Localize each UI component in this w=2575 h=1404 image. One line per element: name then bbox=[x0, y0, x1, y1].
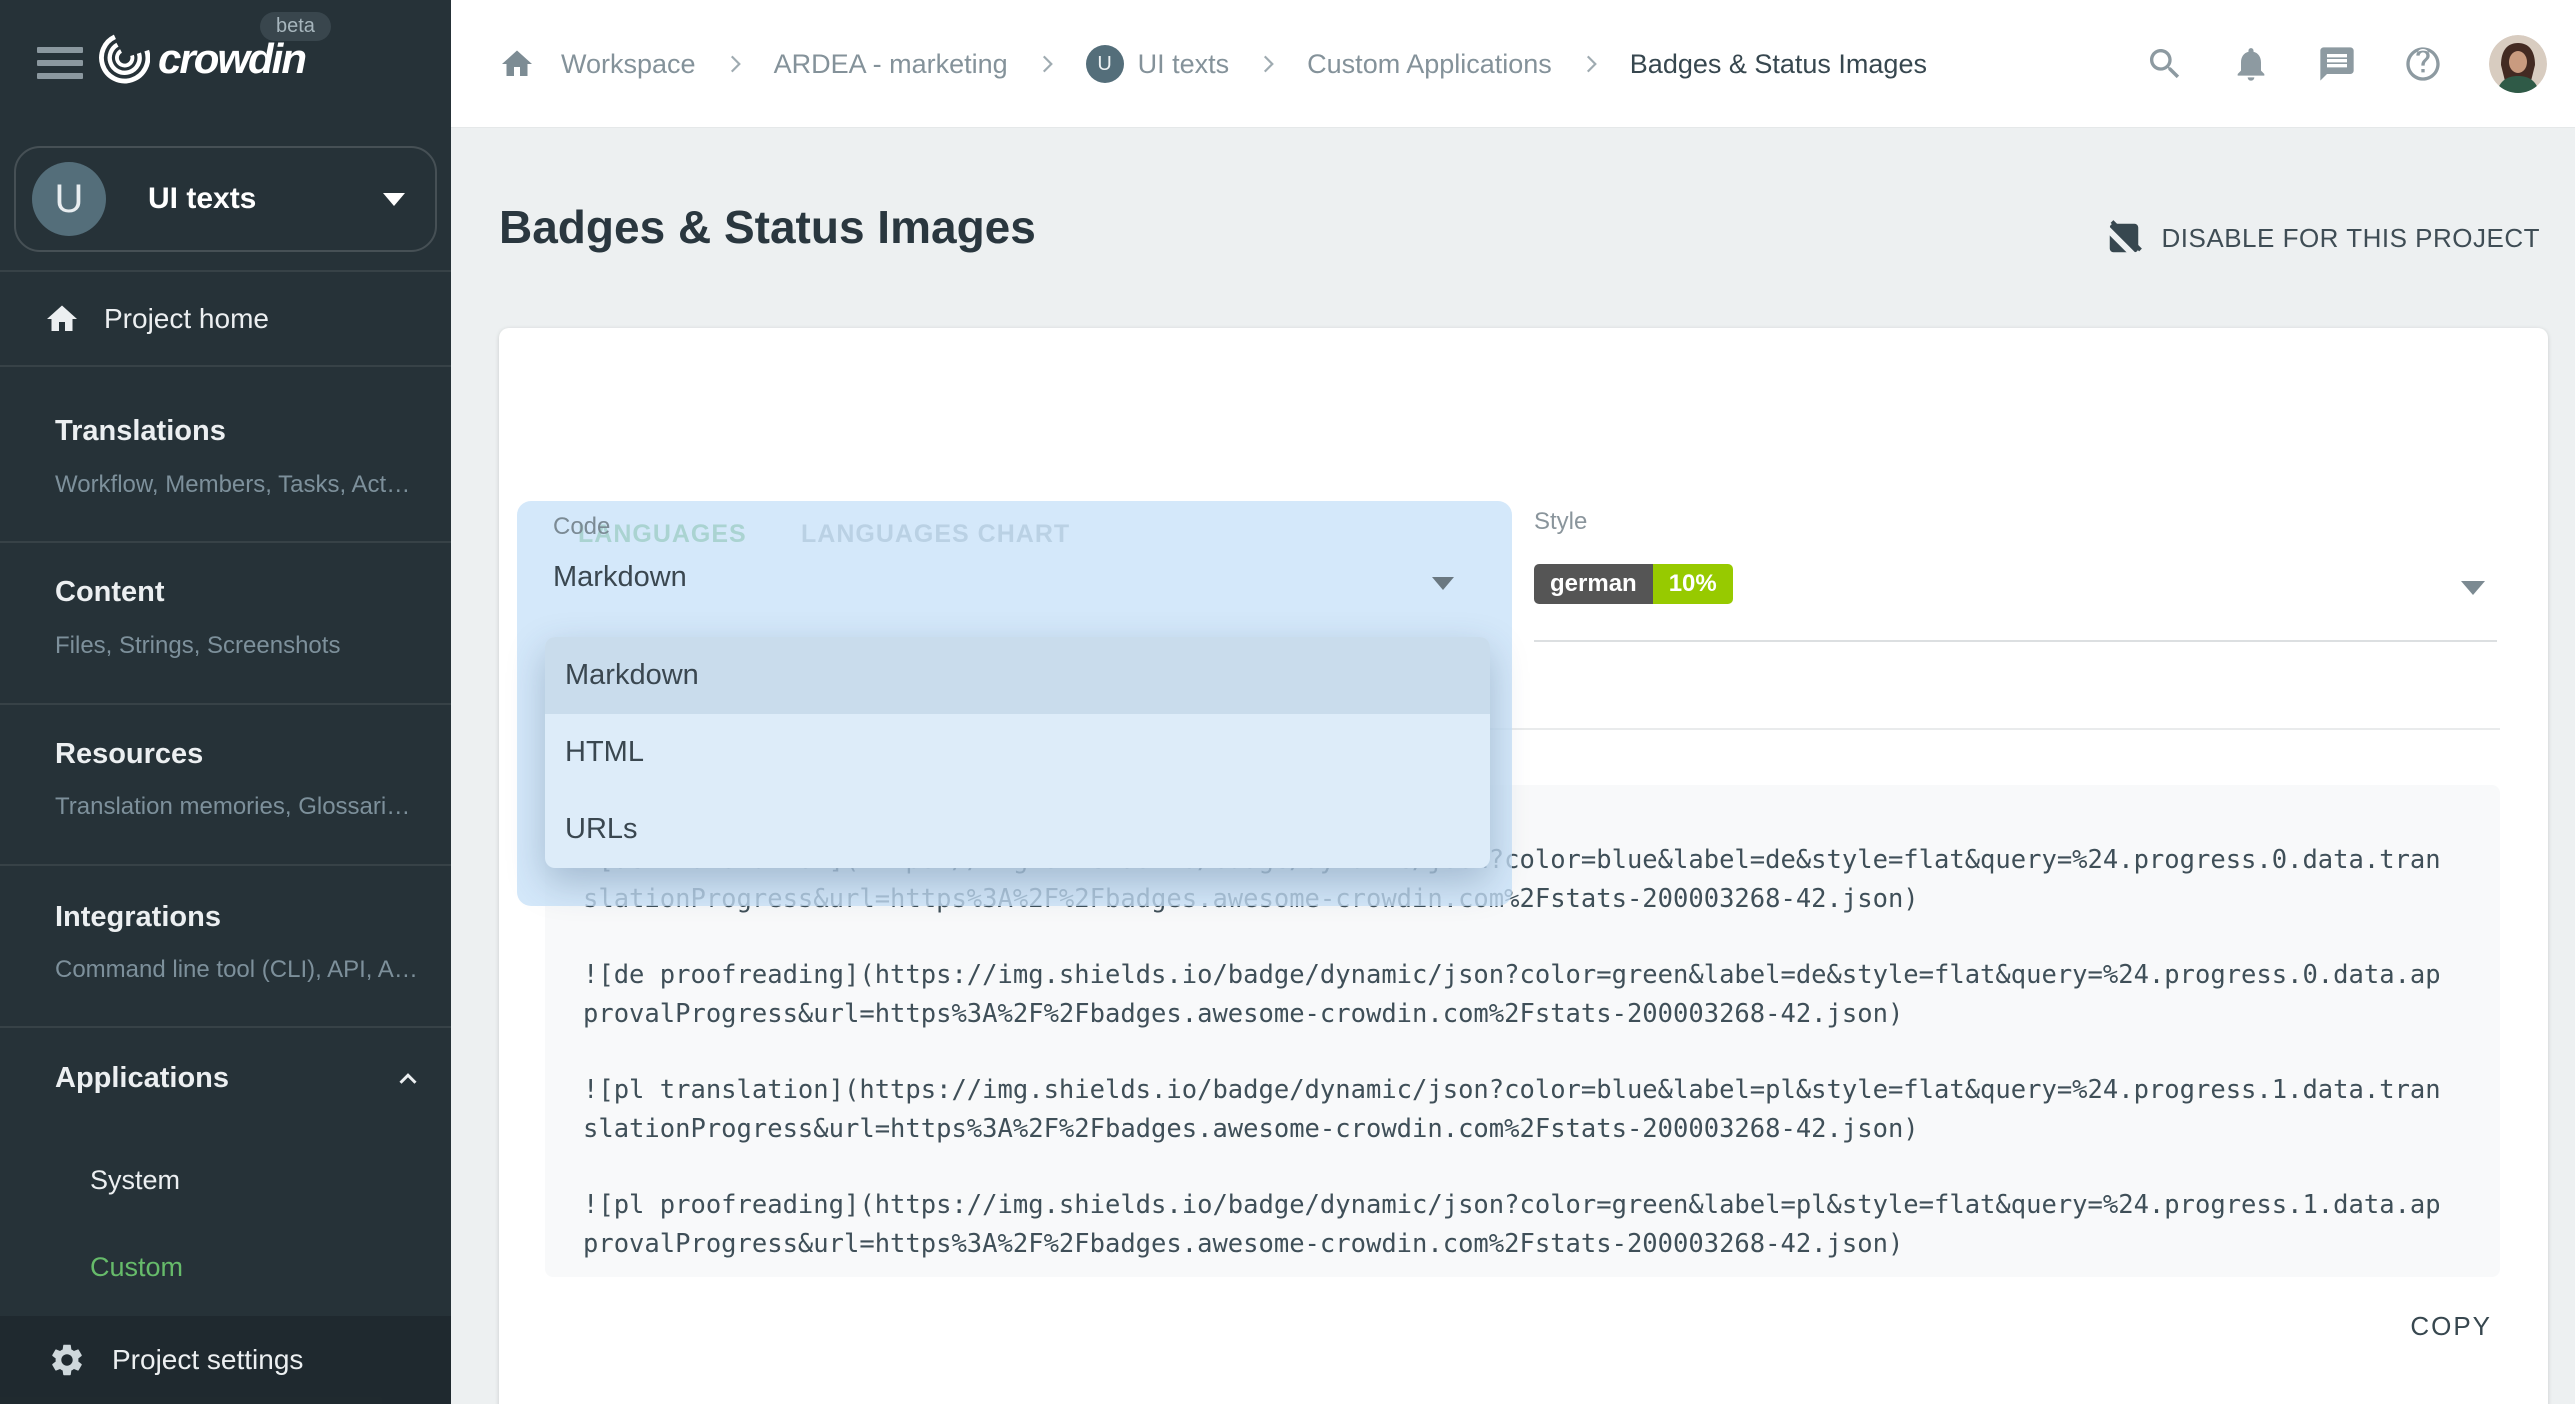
breadcrumb-item-current: Badges & Status Images bbox=[1630, 49, 1927, 80]
dropdown-option-markdown[interactable]: Markdown bbox=[545, 637, 1490, 714]
disable-button-label: DISABLE FOR THIS PROJECT bbox=[2162, 223, 2540, 254]
home-icon bbox=[44, 301, 80, 337]
divider bbox=[0, 1026, 451, 1028]
chevron-right-icon bbox=[1034, 51, 1060, 77]
code-select-dropdown: Markdown HTML URLs bbox=[545, 637, 1490, 868]
code-entry: ![pl translation](https://img.shields.io… bbox=[583, 1071, 2453, 1149]
divider bbox=[0, 703, 451, 705]
topbar-actions bbox=[2145, 0, 2547, 128]
chevron-right-icon bbox=[1255, 51, 1281, 77]
badge-progress-value: 10% bbox=[1653, 564, 1733, 604]
chevron-down-icon bbox=[383, 193, 405, 206]
sidebar-item-resources-subtitle: Translation memories, Glossari… bbox=[55, 793, 410, 821]
project-settings-label: Project settings bbox=[112, 1344, 303, 1376]
sidebar-item-content[interactable]: Content bbox=[55, 576, 165, 609]
project-avatar: U bbox=[32, 162, 106, 236]
menu-icon[interactable] bbox=[37, 47, 85, 83]
caret-down-icon[interactable] bbox=[1432, 577, 1454, 590]
sidebar-item-applications[interactable]: Applications bbox=[55, 1062, 229, 1095]
code-entry: ![pl proofreading](https://img.shields.i… bbox=[583, 1186, 2453, 1264]
messages-chat-icon[interactable] bbox=[2317, 44, 2357, 84]
breadcrumb-item-project-label: UI texts bbox=[1138, 49, 1230, 80]
notifications-bell-icon[interactable] bbox=[2231, 44, 2271, 84]
breadcrumb-item-project[interactable]: U UI texts bbox=[1086, 45, 1230, 83]
project-initial-badge: U bbox=[1086, 45, 1124, 83]
code-select-value[interactable]: Markdown bbox=[553, 561, 687, 594]
dropdown-option-urls[interactable]: URLs bbox=[545, 791, 1490, 868]
style-select-value[interactable]: german 10% bbox=[1534, 564, 1733, 604]
breadcrumb-item-workspace[interactable]: Workspace bbox=[561, 49, 696, 80]
sidebar-item-label: Project home bbox=[104, 303, 269, 335]
help-icon[interactable] bbox=[2403, 44, 2443, 84]
breadcrumb-item-custom-applications[interactable]: Custom Applications bbox=[1307, 49, 1552, 80]
style-select-label: Style bbox=[1534, 508, 1587, 536]
divider bbox=[0, 365, 451, 367]
divider bbox=[0, 864, 451, 866]
project-selector[interactable]: U UI texts bbox=[14, 146, 437, 252]
beta-badge: beta bbox=[260, 12, 331, 41]
user-avatar[interactable] bbox=[2489, 35, 2547, 93]
chevron-right-icon bbox=[722, 51, 748, 77]
sidebar: crowdin beta U UI texts Project home Tra… bbox=[0, 0, 451, 1404]
chevron-right-icon bbox=[1578, 51, 1604, 77]
crowdin-app: crowdin beta U UI texts Project home Tra… bbox=[0, 0, 2575, 1404]
page-title: Badges & Status Images bbox=[499, 200, 1036, 254]
disable-for-project-button[interactable]: DISABLE FOR THIS PROJECT bbox=[2106, 220, 2540, 256]
search-icon[interactable] bbox=[2145, 44, 2185, 84]
code-entry: ![de proofreading](https://img.shields.i… bbox=[583, 956, 2453, 1034]
topbar: Workspace ARDEA - marketing U UI texts C… bbox=[451, 0, 2575, 128]
sidebar-item-translations[interactable]: Translations bbox=[55, 415, 226, 448]
divider bbox=[0, 541, 451, 543]
caret-down-icon[interactable] bbox=[2461, 581, 2485, 595]
sidebar-item-custom[interactable]: Custom bbox=[90, 1252, 183, 1283]
disable-icon bbox=[2106, 220, 2142, 256]
dropdown-option-html[interactable]: HTML bbox=[545, 714, 1490, 791]
sidebar-item-resources[interactable]: Resources bbox=[55, 738, 203, 771]
code-select-label: Code bbox=[553, 513, 610, 541]
gear-icon bbox=[48, 1341, 86, 1379]
sidebar-item-project-settings[interactable]: Project settings bbox=[0, 1316, 451, 1404]
home-icon[interactable] bbox=[499, 46, 535, 82]
sidebar-item-integrations[interactable]: Integrations bbox=[55, 901, 221, 934]
sidebar-item-content-subtitle: Files, Strings, Screenshots bbox=[55, 632, 340, 660]
sidebar-item-system[interactable]: System bbox=[90, 1165, 180, 1196]
breadcrumb-item-project-group[interactable]: ARDEA - marketing bbox=[774, 49, 1008, 80]
logo-text: crowdin bbox=[158, 35, 305, 83]
project-name: UI texts bbox=[148, 182, 383, 216]
badge-language-label: german bbox=[1534, 564, 1653, 604]
sidebar-item-integrations-subtitle: Command line tool (CLI), API, A… bbox=[55, 956, 418, 984]
breadcrumb: Workspace ARDEA - marketing U UI texts C… bbox=[499, 0, 1927, 128]
copy-button[interactable]: COPY bbox=[2410, 1311, 2492, 1342]
sidebar-item-translations-subtitle: Workflow, Members, Tasks, Act… bbox=[55, 471, 410, 499]
chevron-up-icon[interactable] bbox=[393, 1064, 423, 1094]
crowdin-logo-icon bbox=[92, 30, 150, 88]
sidebar-item-project-home[interactable]: Project home bbox=[0, 272, 451, 365]
style-select-underline bbox=[1534, 640, 2497, 642]
